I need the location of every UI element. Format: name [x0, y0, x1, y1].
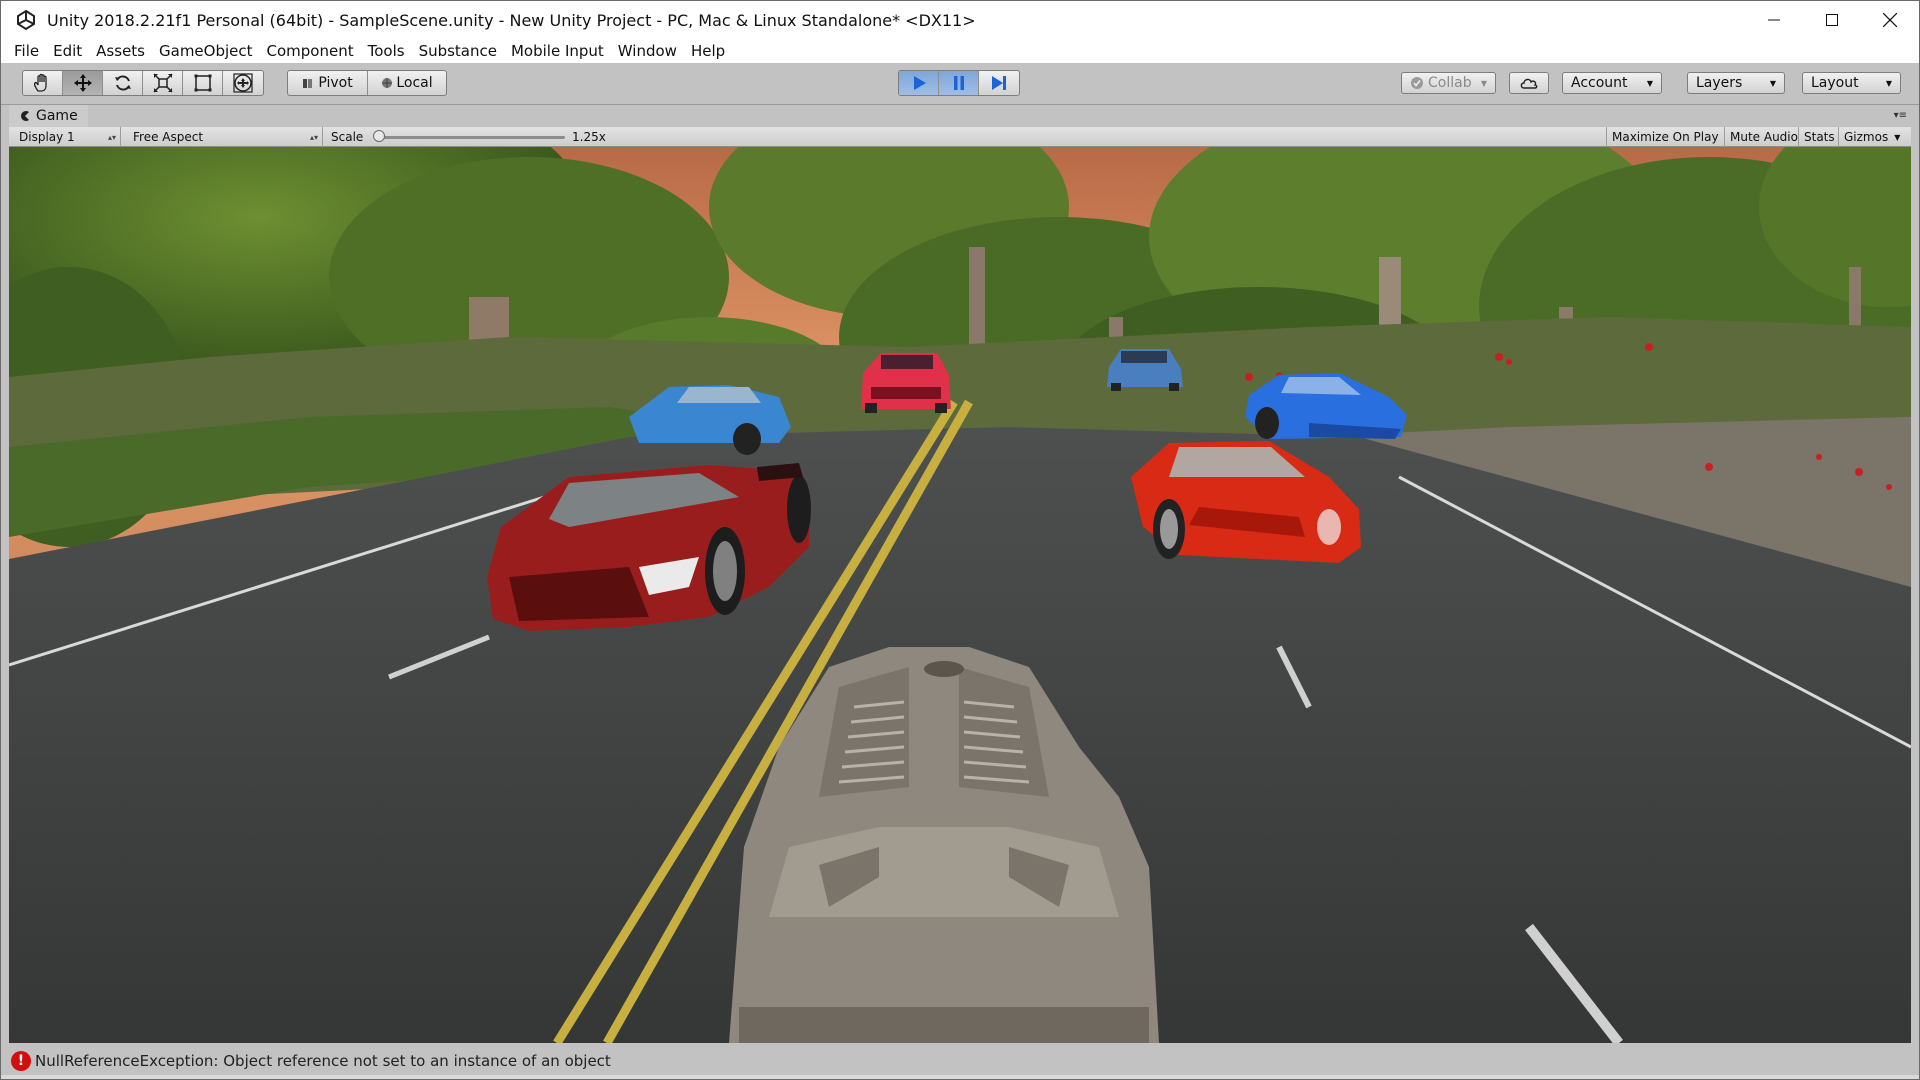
step-button[interactable] [979, 71, 1019, 95]
error-icon: ! [11, 1051, 31, 1071]
tab-game-label: Game [36, 108, 78, 124]
menu-substance[interactable]: Substance [412, 39, 504, 63]
game-render [9, 147, 1911, 1043]
pause-button[interactable] [939, 71, 979, 95]
pivot-group: Pivot Local [287, 70, 447, 96]
transform-tool-button[interactable] [223, 71, 263, 95]
display-dropdown[interactable]: Display 1 ▴▾ [9, 127, 121, 147]
unity-logo-icon [17, 9, 35, 31]
scale-tool-button[interactable] [143, 71, 183, 95]
cloud-button[interactable] [1509, 72, 1549, 94]
layers-dropdown[interactable]: Layers ▼ [1687, 72, 1785, 94]
play-icon [913, 76, 926, 90]
pivot-button[interactable]: Pivot [288, 71, 368, 95]
game-view[interactable] [9, 147, 1911, 1043]
step-icon [992, 76, 1006, 90]
display-label: Display 1 [19, 130, 75, 144]
local-label: Local [396, 75, 433, 91]
chevron-down-icon: ▼ [1885, 78, 1892, 88]
console-error-message[interactable]: NullReferenceException: Object reference… [35, 1052, 611, 1070]
gizmos-label: Gizmos [1844, 130, 1889, 144]
rotate-tool-button[interactable] [103, 71, 143, 95]
menu-bar: File Edit Assets GameObject Component To… [1, 39, 1919, 63]
pivot-icon [303, 79, 313, 88]
menu-window[interactable]: Window [611, 39, 684, 63]
updown-arrows-icon: ▴▾ [107, 132, 116, 142]
chevron-down-icon: ▼ [1646, 78, 1653, 88]
rotate-tool-icon [114, 75, 131, 91]
hand-tool-button[interactable] [23, 71, 63, 95]
game-tab-strip: Game ▾≡ [9, 105, 1911, 127]
maximize-icon [1826, 14, 1838, 26]
move-tool-icon [73, 74, 92, 92]
game-controller-icon [21, 111, 29, 121]
minimize-icon [1768, 19, 1780, 21]
minimize-button[interactable] [1745, 1, 1803, 39]
close-button[interactable] [1861, 1, 1919, 39]
menu-edit[interactable]: Edit [46, 39, 89, 63]
title-bar: Unity 2018.2.21f1 Personal (64bit) - Sam… [1, 1, 1919, 39]
gizmos-dropdown[interactable]: Gizmos ▼ [1838, 127, 1909, 147]
main-toolbar: Pivot Local Collab ▼ Account ▼ Layers ▼ … [1, 63, 1919, 105]
status-bar[interactable]: ! NullReferenceException: Object referen… [1, 1043, 1919, 1079]
menu-tools[interactable]: Tools [361, 39, 412, 63]
scale-label: Scale [331, 130, 364, 144]
tab-menu-icon[interactable]: ▾≡ [1894, 110, 1907, 121]
maximize-button[interactable] [1803, 1, 1861, 39]
menu-file[interactable]: File [7, 39, 46, 63]
scale-slider-thumb[interactable] [372, 130, 385, 142]
unity-window: Unity 2018.2.21f1 Personal (64bit) - Sam… [0, 0, 1920, 1080]
scale-value: 1.25x [572, 130, 606, 144]
scale-tool-icon [152, 73, 173, 93]
transform-tool-icon [233, 73, 253, 93]
menu-gameobject[interactable]: GameObject [152, 39, 260, 63]
updown-arrows-icon: ▴▾ [309, 132, 318, 142]
transform-tools [22, 70, 264, 96]
game-view-controls: Display 1 ▴▾ Free Aspect ▴▾ Scale 1.25x … [9, 127, 1911, 147]
pause-icon [953, 76, 964, 90]
cloud-icon [1520, 78, 1538, 89]
play-controls [898, 70, 1020, 96]
menu-component[interactable]: Component [260, 39, 361, 63]
maximize-on-play-toggle[interactable]: Maximize On Play [1606, 127, 1724, 147]
move-tool-button[interactable] [63, 71, 103, 95]
stats-toggle[interactable]: Stats [1798, 127, 1840, 147]
rect-tool-icon [194, 74, 211, 92]
account-label: Account [1571, 75, 1628, 91]
collab-label: Collab [1428, 75, 1472, 91]
menu-help[interactable]: Help [684, 39, 732, 63]
pink-sedan [861, 353, 951, 413]
local-icon [382, 78, 393, 88]
scale-slider-track[interactable] [375, 136, 565, 139]
hand-tool-icon [33, 73, 47, 92]
play-button[interactable] [899, 71, 939, 95]
blue-hatchback [1107, 349, 1183, 391]
close-icon [1883, 13, 1897, 27]
collab-dropdown[interactable]: Collab ▼ [1401, 72, 1496, 94]
chevron-down-icon: ▼ [1769, 78, 1776, 88]
aspect-label: Free Aspect [133, 130, 204, 144]
window-title: Unity 2018.2.21f1 Personal (64bit) - Sam… [47, 10, 976, 30]
tab-game[interactable]: Game [9, 105, 88, 127]
menu-assets[interactable]: Assets [89, 39, 152, 63]
layout-dropdown[interactable]: Layout ▼ [1802, 72, 1901, 94]
chevron-down-icon: ▼ [1894, 132, 1901, 142]
aspect-dropdown[interactable]: Free Aspect ▴▾ [123, 127, 323, 147]
layout-label: Layout [1811, 75, 1859, 91]
menu-mobile-input[interactable]: Mobile Input [504, 39, 611, 63]
mute-audio-toggle[interactable]: Mute Audio [1724, 127, 1803, 147]
rect-tool-button[interactable] [183, 71, 223, 95]
layers-label: Layers [1696, 75, 1743, 91]
chevron-down-icon: ▼ [1480, 78, 1487, 88]
pivot-label: Pivot [318, 75, 353, 91]
local-button[interactable]: Local [368, 71, 446, 95]
account-dropdown[interactable]: Account ▼ [1562, 72, 1662, 94]
collab-check-icon [1411, 77, 1423, 89]
